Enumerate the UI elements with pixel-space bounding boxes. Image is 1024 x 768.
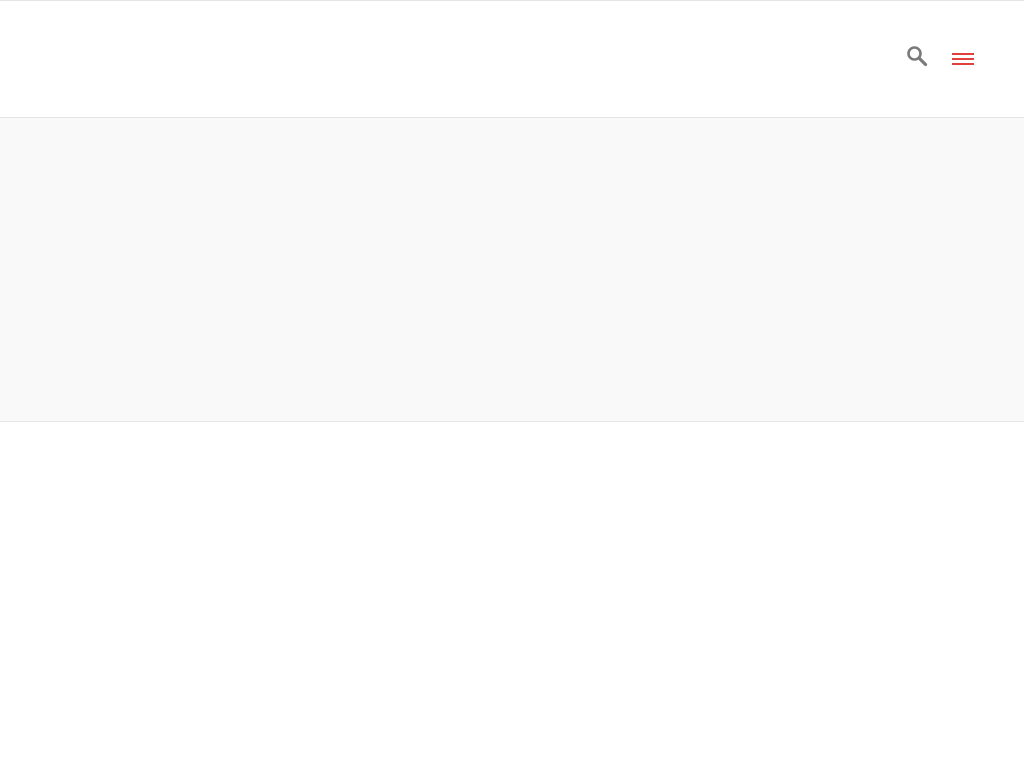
hamburger-menu-icon <box>952 53 974 65</box>
main-content <box>0 422 1024 768</box>
hero-section <box>0 118 1024 422</box>
menu-button[interactable] <box>948 45 978 73</box>
search-button[interactable] <box>902 41 932 71</box>
search-icon <box>907 46 928 67</box>
site-header <box>0 1 1024 118</box>
